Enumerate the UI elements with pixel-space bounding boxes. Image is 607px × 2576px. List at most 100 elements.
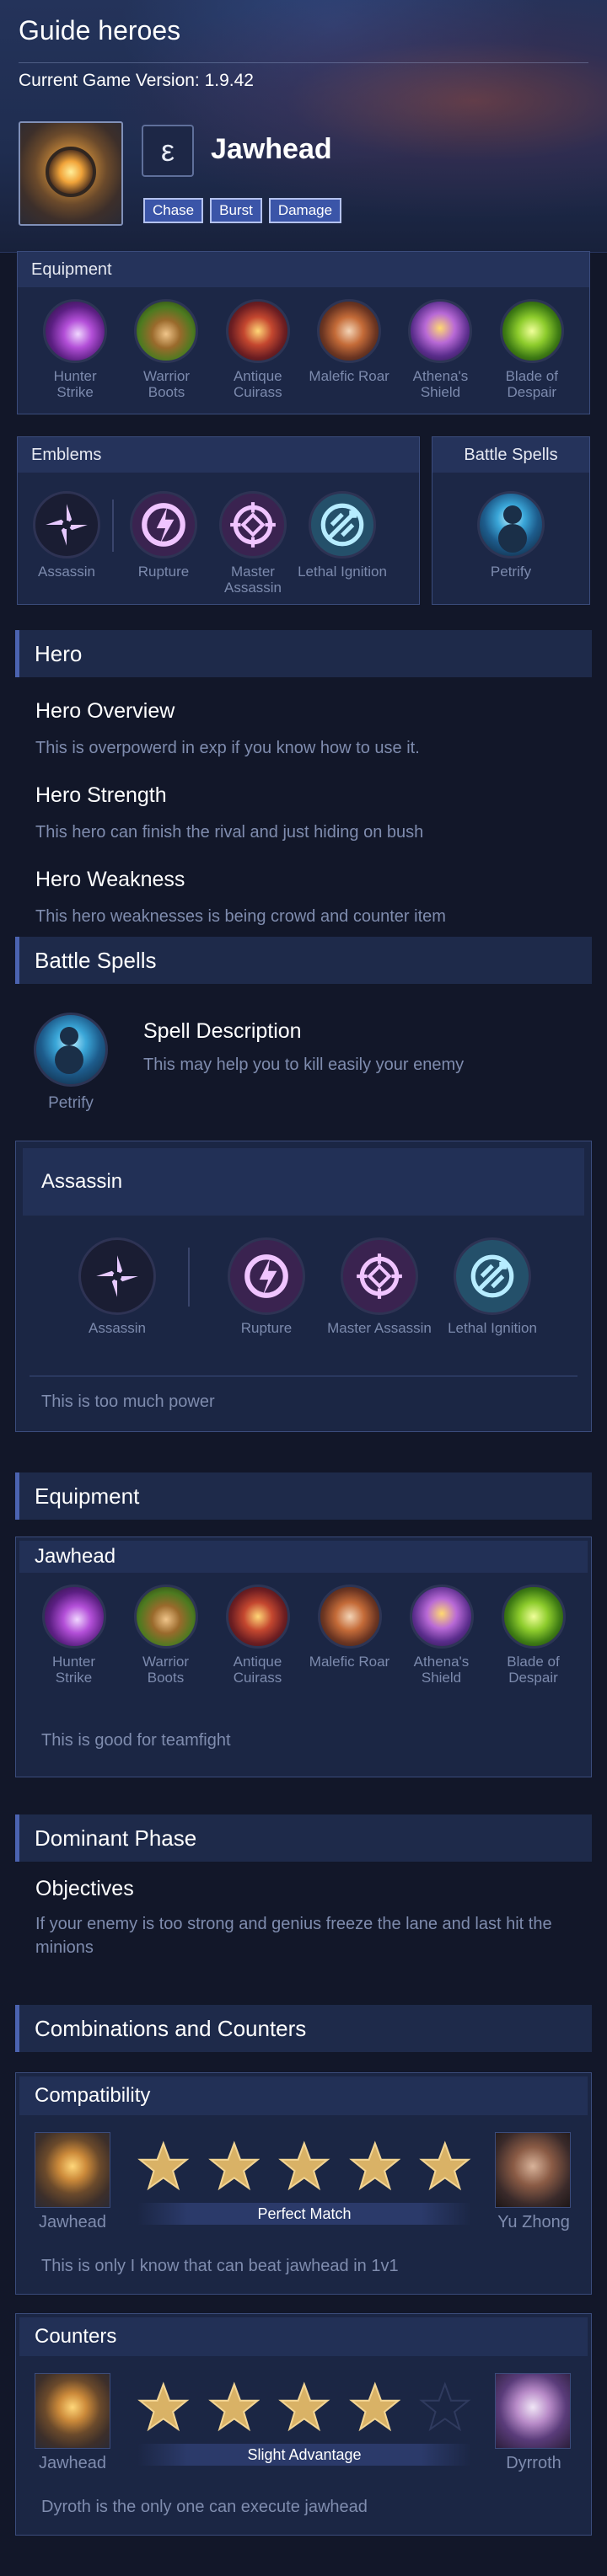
item-athenas-shield[interactable]: Athena's Shield <box>401 1585 482 1686</box>
equipment-items: Hunter Strike Warrior Boots Antique Cuir… <box>18 299 589 400</box>
item-label: Hunter Strike <box>51 1654 96 1686</box>
objectives-title: Objectives <box>35 1877 134 1900</box>
star-filled-icon <box>278 2381 330 2432</box>
item-label: Athena's Shield <box>413 1654 470 1686</box>
talent-master-assassin[interactable]: Master Assassin <box>208 491 298 596</box>
emblem-row: Assassin Rupture Master Assassin Lethal … <box>18 491 419 596</box>
talent-master-assassin[interactable]: Master Assassin <box>323 1237 436 1336</box>
objectives-text: If your enemy is too strong and genius f… <box>35 1915 552 1957</box>
spell-description-text: This may help you to kill easily your en… <box>143 1056 465 1074</box>
item-malefic-roar[interactable]: Malefic Roar <box>309 299 389 400</box>
build-title: Jawhead <box>19 1541 588 1573</box>
talent-label: Master Assassin <box>223 564 282 596</box>
talent-label: Rupture <box>137 564 190 580</box>
hunter-strike-icon <box>41 1585 106 1649</box>
hero-tags: Chase Burst Damage <box>143 198 342 223</box>
item-athenas-shield[interactable]: Athena's Shield <box>400 299 481 400</box>
rupture-icon <box>228 1237 305 1315</box>
compat-note: This is only I know that can beat jawhea… <box>41 2257 399 2275</box>
spell-description-title: Spell Description <box>143 1019 302 1043</box>
item-hunter-strike[interactable]: Hunter Strike <box>34 1585 115 1686</box>
hero-weakness-title: Hero Weakness <box>35 868 185 891</box>
item-warrior-boots[interactable]: Warrior Boots <box>126 1585 207 1686</box>
spell-petrify[interactable]: Petrify <box>432 491 589 580</box>
combinations-header: Combinations and Counters <box>15 2005 592 2052</box>
star-filled-icon <box>348 2140 401 2191</box>
hero-name-left: Jawhead <box>38 2213 107 2231</box>
emblems-panel: Emblems Assassin Rupture Master Assassin… <box>17 436 420 605</box>
emblem-label: Assassin <box>88 1320 147 1336</box>
hero-portrait <box>19 121 123 226</box>
emblem-section: Assassin Assassin Rupture Master Assassi… <box>15 1141 592 1432</box>
antique-cuirass-icon <box>225 1585 290 1649</box>
petrify-icon <box>34 1013 108 1087</box>
item-antique-cuirass[interactable]: Antique Cuirass <box>218 1585 298 1686</box>
emblems-panel-title: Emblems <box>18 437 419 473</box>
tag-chase[interactable]: Chase <box>143 198 204 223</box>
item-label: Malefic Roar <box>309 1654 390 1670</box>
emblem-assassin[interactable]: Assassin <box>26 491 107 580</box>
hunter-strike-icon <box>43 299 108 363</box>
item-malefic-roar[interactable]: Malefic Roar <box>309 1585 390 1686</box>
equipment-panel: Equipment Hunter Strike Warrior Boots An… <box>17 251 590 414</box>
athenas-shield-icon <box>409 1585 474 1649</box>
hero-section-header: Hero <box>15 630 592 677</box>
battle-spells-panel: Battle Spells Petrify <box>432 436 590 605</box>
equipment-section-header: Equipment <box>15 1472 592 1520</box>
compat-label: Perfect Match <box>137 2203 471 2225</box>
star-filled-icon <box>278 2140 330 2191</box>
lethal-ignition-icon <box>454 1237 531 1315</box>
star-filled-icon <box>207 2140 260 2191</box>
counter-note: Dyroth is the only one can execute jawhe… <box>41 2498 368 2516</box>
talent-label: Master Assassin <box>327 1320 432 1336</box>
hero-strength-text: This hero can finish the rival and just … <box>35 823 424 842</box>
battle-spells-panel-title: Battle Spells <box>432 437 589 473</box>
item-blade-of-despair[interactable]: Blade of Despair <box>492 299 572 400</box>
counter-label: Slight Advantage <box>137 2444 471 2466</box>
counter-hero-left[interactable]: Jawhead <box>35 2373 110 2473</box>
jawhead-avatar <box>35 2132 110 2208</box>
star-empty-icon <box>419 2381 471 2432</box>
compat-rating: Perfect Match <box>137 2140 471 2225</box>
item-label: Antique Cuirass <box>233 368 282 400</box>
blade-of-despair-icon <box>501 1585 566 1649</box>
item-warrior-boots[interactable]: Warrior Boots <box>126 299 207 400</box>
star-filled-icon <box>137 2140 190 2191</box>
item-label: Antique Cuirass <box>233 1654 282 1686</box>
counter-hero-right[interactable]: Dyrroth <box>495 2373 572 2473</box>
talent-lethal-ignition[interactable]: Lethal Ignition <box>436 1237 549 1336</box>
compat-hero-left[interactable]: Jawhead <box>35 2132 110 2232</box>
item-label: Athena's Shield <box>412 368 469 400</box>
battle-spell-petrify[interactable]: Petrify <box>32 1013 110 1111</box>
battle-spells-section-header: Battle Spells <box>15 937 592 984</box>
talent-lethal-ignition[interactable]: Lethal Ignition <box>298 491 387 580</box>
talent-rupture[interactable]: Rupture <box>119 491 208 580</box>
item-hunter-strike[interactable]: Hunter Strike <box>35 299 115 400</box>
title-divider <box>19 62 588 63</box>
rupture-icon <box>130 491 197 558</box>
counters-panel: Counters Jawhead Slight Advantage Dyrrot… <box>15 2313 592 2536</box>
master-assassin-icon <box>219 491 287 558</box>
hero-name: Jawhead <box>211 133 332 165</box>
tag-damage[interactable]: Damage <box>268 198 342 223</box>
equipment-panel-title: Equipment <box>18 252 589 287</box>
item-blade-of-despair[interactable]: Blade of Despair <box>493 1585 574 1686</box>
tag-burst[interactable]: Burst <box>210 198 262 223</box>
compat-hero-right[interactable]: Yu Zhong <box>495 2132 572 2232</box>
hero-header: Guide heroes Current Game Version: 1.9.4… <box>0 0 607 253</box>
hero-weakness-text: This hero weaknesses is being crowd and … <box>35 907 446 926</box>
spell-label: Petrify <box>48 1094 94 1112</box>
talent-rupture[interactable]: Rupture <box>210 1237 323 1336</box>
petrify-icon <box>477 491 545 558</box>
emblem-divider <box>188 1248 190 1307</box>
star-filled-icon <box>207 2381 260 2432</box>
item-antique-cuirass[interactable]: Antique Cuirass <box>218 299 298 400</box>
dominant-phase-header: Dominant Phase <box>15 1814 592 1862</box>
master-assassin-icon <box>341 1237 418 1315</box>
emblem-assassin[interactable]: Assassin <box>67 1237 168 1336</box>
item-label: Malefic Roar <box>309 368 389 384</box>
assassin-emblem-icon <box>78 1237 156 1315</box>
spell-label: Petrify <box>490 564 532 580</box>
emblem-section-title: Assassin <box>23 1148 584 1216</box>
emblem-section-row: Assassin Rupture Master Assassin Lethal … <box>16 1237 591 1336</box>
